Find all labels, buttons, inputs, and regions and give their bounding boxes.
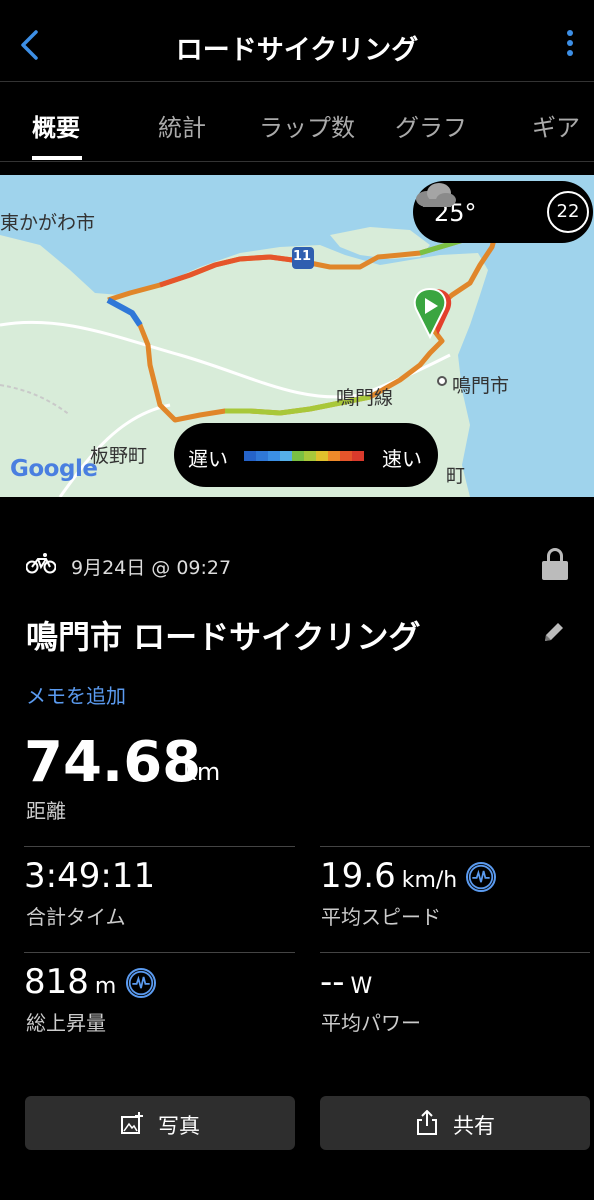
map-label-naruto-city: 鳴門市: [452, 375, 510, 397]
map-label-itano: 板野町: [90, 445, 148, 467]
tab-overview[interactable]: 概要: [32, 108, 80, 143]
share-icon: [417, 1110, 437, 1135]
legend-slow-label: 遅い: [188, 447, 228, 471]
top-bar: ロードサイクリング: [0, 0, 594, 82]
activity-title: 鳴門市 ロードサイクリング: [26, 618, 421, 656]
activity-meta: 9月24日 @ 09:27: [26, 548, 568, 580]
speed-color-swatch: [304, 451, 316, 461]
stat-divider: [24, 846, 295, 847]
share-label: 共有: [453, 1114, 495, 1138]
start-marker-icon: [413, 287, 452, 339]
speed-color-scale: [244, 451, 364, 461]
add-photo-label: 写真: [158, 1114, 200, 1138]
activity-date: 9月24日 @ 09:27: [71, 557, 232, 579]
elevation-gain-value: 818: [24, 962, 89, 1002]
add-photo-button[interactable]: 写真: [25, 1096, 295, 1150]
speed-color-swatch: [352, 451, 364, 461]
add-memo-link[interactable]: メモを追加: [26, 680, 126, 709]
tab-graph[interactable]: グラフ: [395, 108, 467, 143]
road: [0, 384, 71, 416]
speed-color-swatch: [292, 451, 304, 461]
speed-color-swatch: [316, 451, 328, 461]
page-title: ロードサイクリング: [175, 35, 419, 66]
map-label-naruto-line: 鳴門線: [336, 387, 394, 409]
elevation-detail-icon[interactable]: [126, 968, 156, 998]
road: [0, 320, 361, 399]
more-options-icon[interactable]: [560, 30, 580, 62]
stat-divider: [24, 952, 295, 953]
elevation-gain: 818 m: [24, 962, 116, 1002]
distance-unit: km: [183, 758, 221, 786]
avg-speed: 19.6 km/h: [320, 856, 457, 896]
route-map[interactable]: 東かがわ市 11 鳴門市 鳴門線 板野町 町 Google 25° 22 遅い …: [0, 175, 594, 497]
cloud-icon: [416, 183, 456, 207]
stat-divider: [320, 952, 590, 953]
share-button[interactable]: 共有: [320, 1096, 590, 1150]
active-tab-indicator: [32, 156, 82, 160]
speed-color-swatch: [268, 451, 280, 461]
wind-speed-dial: 22: [547, 191, 589, 233]
avg-power-value: --: [320, 962, 345, 1002]
elevation-gain-label: 総上昇量: [26, 1011, 106, 1035]
speed-color-swatch: [256, 451, 268, 461]
speed-color-swatch: [328, 451, 340, 461]
total-time-value: 3:49:11: [24, 856, 156, 896]
speed-color-swatch: [244, 451, 256, 461]
route-segment-slow: [106, 297, 143, 327]
tab-laps[interactable]: ラップ数: [259, 108, 355, 143]
speed-detail-icon[interactable]: [466, 862, 496, 892]
tab-gear[interactable]: ギア: [532, 108, 580, 143]
avg-power-unit: W: [350, 974, 373, 999]
elevation-gain-unit: m: [94, 974, 117, 999]
location-dot: [437, 376, 447, 386]
speed-color-swatch: [340, 451, 352, 461]
map-label-partial-town: 町: [446, 465, 466, 487]
distance-label: 距離: [26, 799, 66, 823]
avg-speed-value: 19.6: [320, 856, 396, 896]
bike-icon: [26, 553, 56, 574]
total-time-label: 合計タイム: [26, 905, 126, 929]
add-photo-icon: [121, 1112, 143, 1134]
map-label-route-number: 11: [293, 249, 312, 264]
weather-widget[interactable]: 25° 22: [413, 181, 593, 243]
distance-value: 74.68: [24, 730, 202, 795]
tab-stats[interactable]: 統計: [158, 108, 206, 143]
lock-icon[interactable]: [542, 548, 568, 580]
google-logo: Google: [10, 456, 98, 482]
edit-pencil-icon[interactable]: [542, 620, 566, 644]
stat-divider: [320, 846, 590, 847]
legend-fast-label: 速い: [382, 447, 422, 471]
avg-speed-unit: km/h: [401, 868, 458, 893]
speed-legend: 遅い 速い: [174, 423, 438, 487]
avg-power-label: 平均パワー: [321, 1011, 421, 1035]
map-label-higashikagawa: 東かがわ市: [0, 212, 96, 234]
avg-speed-label: 平均スピード: [321, 905, 441, 929]
avg-power: -- W: [320, 962, 372, 1002]
speed-color-swatch: [280, 451, 292, 461]
tab-bar: 概要 統計 ラップ数 グラフ ギア: [0, 82, 594, 162]
